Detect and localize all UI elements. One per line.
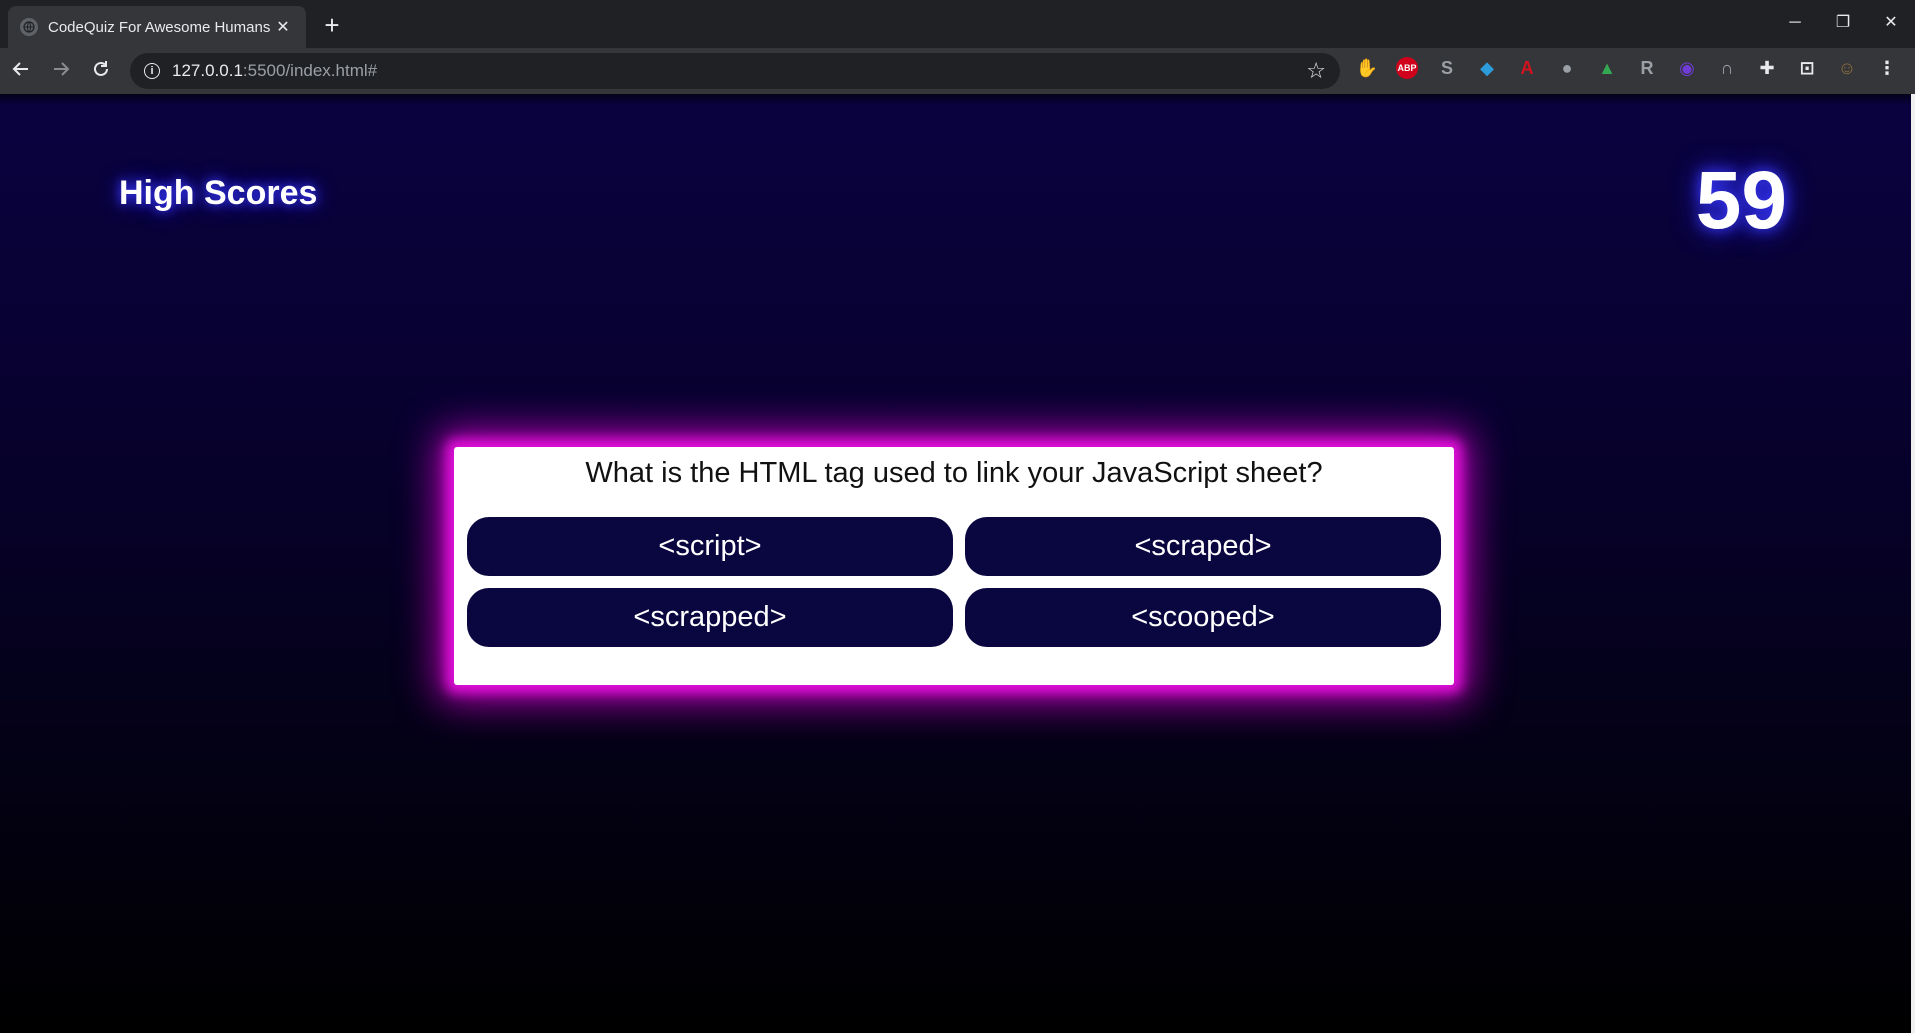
abp-icon[interactable]: ABP: [1396, 57, 1418, 79]
tab-strip: CodeQuiz For Awesome Humans ✕ + ─ ❐ ✕: [0, 0, 1915, 48]
back-arrow-icon[interactable]: [6, 56, 36, 86]
bookmark-star-icon[interactable]: ☆: [1306, 58, 1326, 84]
reload-icon[interactable]: [86, 56, 116, 86]
adblock-icon[interactable]: ✋: [1356, 57, 1378, 79]
address-bar[interactable]: i 127.0.0.1 :5500/index.html# ☆: [130, 53, 1340, 89]
globe-icon: [20, 18, 38, 36]
url-host: 127.0.0.1: [172, 61, 243, 80]
tab-close-icon[interactable]: ✕: [272, 17, 294, 37]
gem-icon[interactable]: ◆: [1476, 57, 1498, 79]
profile-avatar-icon[interactable]: ☺: [1836, 57, 1858, 79]
arch-extension-icon[interactable]: ∩: [1716, 57, 1738, 79]
skype-icon[interactable]: S: [1436, 57, 1458, 79]
acrobat-icon[interactable]: A: [1516, 57, 1538, 79]
question-text: What is the HTML tag used to link your J…: [585, 457, 1323, 489]
url-path: :5500/index.html#: [242, 61, 378, 80]
tab-title: CodeQuiz For Awesome Humans: [48, 18, 271, 36]
scrollbar[interactable]: [1911, 94, 1915, 1033]
cast-icon[interactable]: ⊡: [1796, 57, 1818, 79]
forward-arrow-icon[interactable]: [46, 56, 76, 86]
r-extension-icon[interactable]: R: [1636, 57, 1658, 79]
answer-button-2[interactable]: <scraped>: [965, 517, 1441, 576]
restore-icon[interactable]: ❐: [1819, 8, 1867, 38]
page-top-shadow: [0, 94, 1915, 106]
question-card: What is the HTML tag used to link your J…: [454, 447, 1454, 685]
answer-button-1[interactable]: <script>: [467, 517, 953, 576]
answer-button-4[interactable]: <scooped>: [965, 588, 1441, 647]
purple-extension-icon[interactable]: ◉: [1676, 57, 1698, 79]
menu-dots-icon[interactable]: ⋮: [1876, 57, 1898, 79]
puzzle-icon[interactable]: ✚: [1756, 57, 1778, 79]
close-window-icon[interactable]: ✕: [1867, 8, 1915, 38]
countdown-timer: 59: [1695, 155, 1787, 246]
answer-button-3[interactable]: <scrapped>: [467, 588, 953, 647]
tab-active[interactable]: CodeQuiz For Awesome Humans ✕: [8, 6, 306, 48]
speech-bubble-icon[interactable]: ●: [1556, 57, 1578, 79]
new-tab-button[interactable]: +: [318, 12, 346, 40]
quiz-page: High Scores 59 What is the HTML tag used…: [0, 94, 1915, 1033]
browser-chrome: CodeQuiz For Awesome Humans ✕ + ─ ❐ ✕ i …: [0, 0, 1915, 94]
high-scores-link[interactable]: High Scores: [119, 174, 317, 213]
drive-icon[interactable]: ▲: [1596, 57, 1618, 79]
site-info-icon[interactable]: i: [144, 63, 160, 79]
browser-toolbar: i 127.0.0.1 :5500/index.html# ☆: [0, 48, 1915, 94]
minimize-icon[interactable]: ─: [1771, 8, 1819, 38]
